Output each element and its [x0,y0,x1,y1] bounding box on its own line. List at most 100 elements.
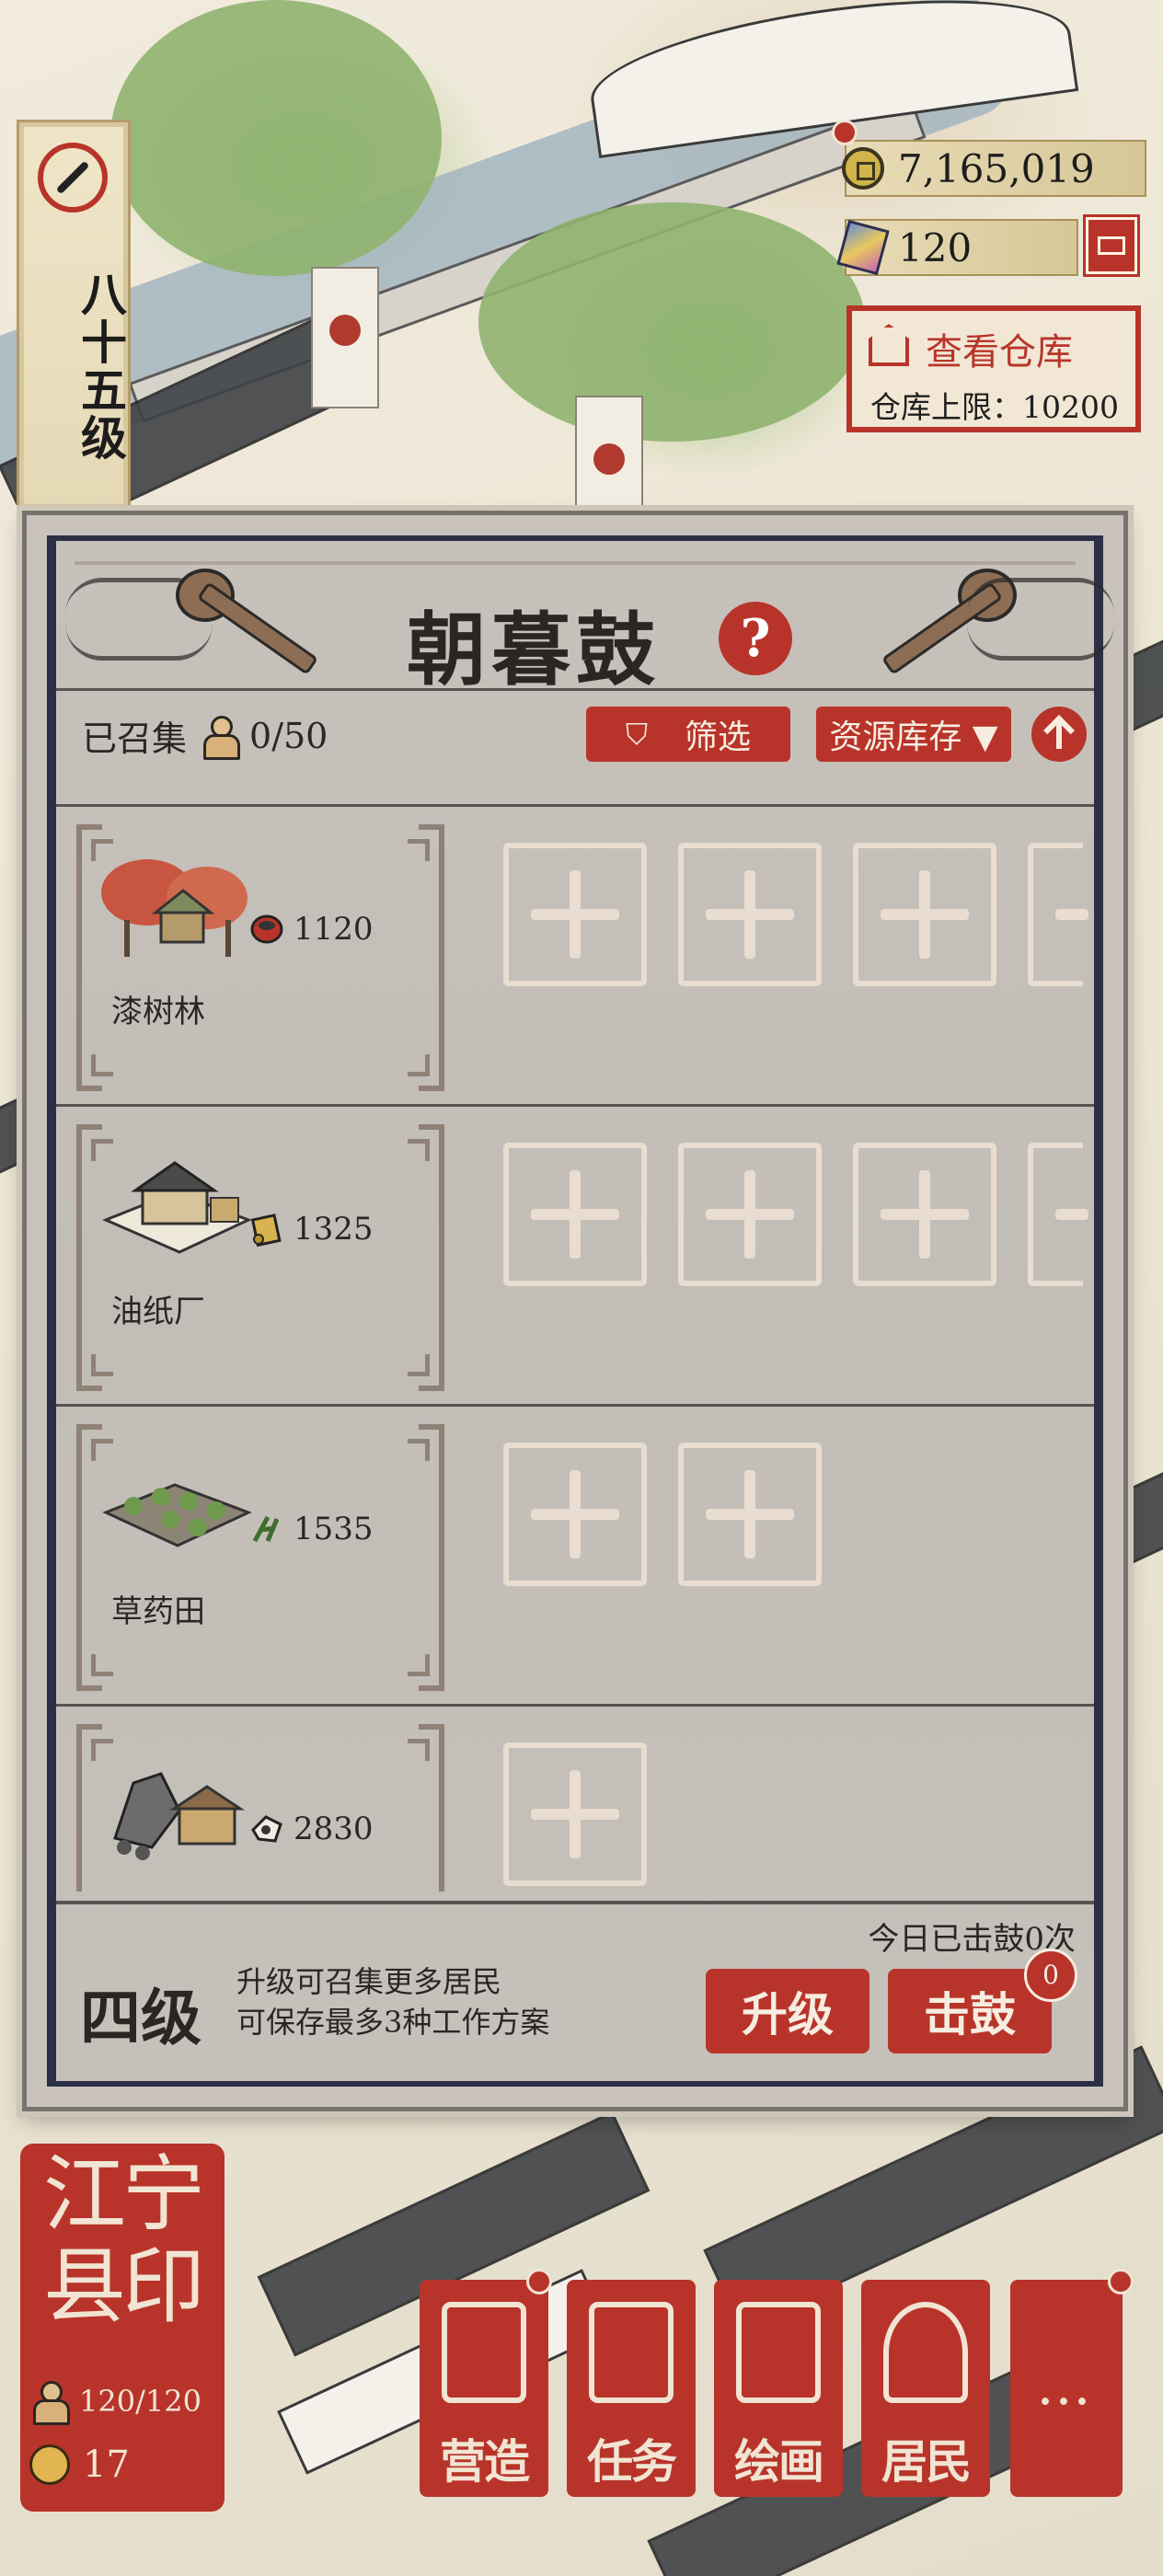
add-worker-slot[interactable] [853,843,996,986]
add-worker-slot[interactable] [853,1143,996,1286]
summoned-label: 已召集 [82,719,188,759]
resident-icon [29,2381,70,2425]
building-name: 草药田 [111,1593,205,1630]
treasure-chest-icon[interactable] [1086,217,1137,274]
willow-tree [478,202,865,442]
ore-icon [251,1815,282,1843]
help-button[interactable]: ? [719,602,792,675]
add-worker-slot[interactable] [1028,1143,1088,1286]
divider [56,804,1094,807]
level-text: 八十五级 [74,270,128,462]
drum-action-bar: 今日已击鼓0次 四级 升级可召集更多居民 可保存最多3种工作方案 升级 击鼓 0 [56,1906,1094,2081]
willow-tree [110,0,442,276]
menu-label: 营造 [440,2434,530,2489]
painting-scroll-icon [736,2302,821,2403]
sort-order-up-icon[interactable] [1031,707,1087,762]
view-warehouse-button[interactable]: 查看仓库 仓库上限：10200 [846,305,1141,432]
more-menu-button[interactable]: … [1010,2280,1123,2497]
divider [56,1404,1094,1407]
menu-label: 绘画 [734,2434,824,2489]
warehouse-icon [869,324,909,366]
quarry-icon [113,1772,245,1860]
notification-dot [526,2269,552,2294]
add-worker-slot[interactable] [503,1143,647,1286]
panel-header: 朝暮鼓 ? [56,541,1114,696]
drum-panel: 朝暮鼓 ? 已召集 0/50 ⛉ 筛选 资源库存 ▼ 漆树林 1120 油纸厂 … [22,511,1128,2111]
herb-icon [252,1515,280,1543]
sort-dropdown[interactable]: 资源库存 ▼ [816,707,1011,762]
upgrade-button[interactable]: 升级 [706,1969,869,2053]
warehouse-limit: 仓库上限：10200 [870,389,1119,425]
gold-stat: 17 [29,2444,130,2486]
resident-stat: 120/120 [29,2381,202,2425]
menu-tasks-button[interactable]: 任务 [567,2280,696,2497]
summoned-count: 0/50 [249,715,328,756]
filter-row: 已召集 0/50 ⛉ 筛选 资源库存 ▼ [56,705,1094,771]
divider [56,688,1094,691]
building-row: 漆树林 1120 [56,808,1094,1102]
building-row: 草药田 1535 [56,1408,1094,1702]
filter-button[interactable]: ⛉ 筛选 [586,707,790,762]
coin-counter: 7,165,019 [842,140,1146,197]
copper-coin-icon [842,147,884,190]
grade-description: 升级可召集更多居民 可保存最多3种工作方案 [236,1961,549,2042]
coin-value: 7,165,019 [898,145,1095,191]
herb-field-icon [102,1483,252,1547]
add-worker-slot[interactable] [1028,843,1088,986]
paper-factory-icon [102,1161,252,1254]
gem-value: 120 [898,224,973,270]
add-worker-slot[interactable] [503,1742,647,1886]
brush-emblem-icon [38,143,108,213]
seal-text: 江宁县印 [43,2146,205,2335]
resource-value: 1325 [294,1211,374,1248]
drum-count-badge: 0 [1024,1949,1077,2002]
add-worker-slot[interactable] [678,843,822,986]
sort-label: 资源库存 ▼ [829,719,998,756]
resource-output: 1325 [249,1211,374,1248]
building-row: 2830 [56,1708,1094,1892]
resource-output: 1120 [249,911,374,948]
grade-desc-line: 升级可召集更多居民 [236,1964,502,1999]
county-seal[interactable]: 江宁县印 120/120 17 [20,2144,225,2512]
cloud-ornament [967,578,1114,661]
resource-value: 2830 [294,1811,374,1847]
add-worker-slot[interactable] [503,843,647,986]
paper-scroll-icon [250,1213,282,1247]
drum-grade: 四级 [80,1982,202,2053]
divider [56,1104,1094,1107]
gold-ingot-icon [29,2444,70,2485]
notification-dot [832,120,858,145]
menu-construct-button[interactable]: 营造 [420,2280,548,2497]
player-level-scroll[interactable]: 八十五级 [17,120,131,512]
building-row: 油纸厂 1325 [56,1108,1094,1402]
warehouse-title: 查看仓库 [926,331,1073,374]
menu-painting-button[interactable]: 绘画 [714,2280,843,2497]
menu-residents-button[interactable]: 居民 [861,2280,990,2497]
menu-label: 任务 [587,2434,677,2489]
lacquer-grove-icon [101,859,248,957]
divider [56,1901,1094,1904]
filter-label: 筛选 [685,719,752,756]
resource-value: 1120 [294,911,374,948]
notification-dot [1108,2269,1134,2294]
grade-desc-line: 可保存最多3种工作方案 [236,2005,550,2040]
filter-icon: ⛉ [625,716,648,752]
lacquer-bowl-icon [250,914,283,944]
resource-output: 1535 [249,1511,374,1547]
building-name: 漆树林 [111,994,205,1030]
building-name: 油纸厂 [111,1294,205,1330]
add-worker-slot[interactable] [503,1443,647,1586]
task-book-icon [589,2302,674,2403]
add-worker-slot[interactable] [678,1443,822,1586]
add-worker-slot[interactable] [678,1143,822,1286]
divider [56,1704,1094,1707]
gem-counter: 120 [836,219,1078,276]
jade-gem-icon [836,219,890,276]
resource-value: 1535 [294,1511,374,1547]
building-icon [442,2302,526,2403]
resident-count: 120/120 [79,2384,202,2419]
resident-icon [200,715,241,760]
gold-count: 17 [83,2444,130,2486]
summoned-status: 已召集 0/50 [82,710,328,761]
menu-label: 居民 [881,2434,972,2489]
